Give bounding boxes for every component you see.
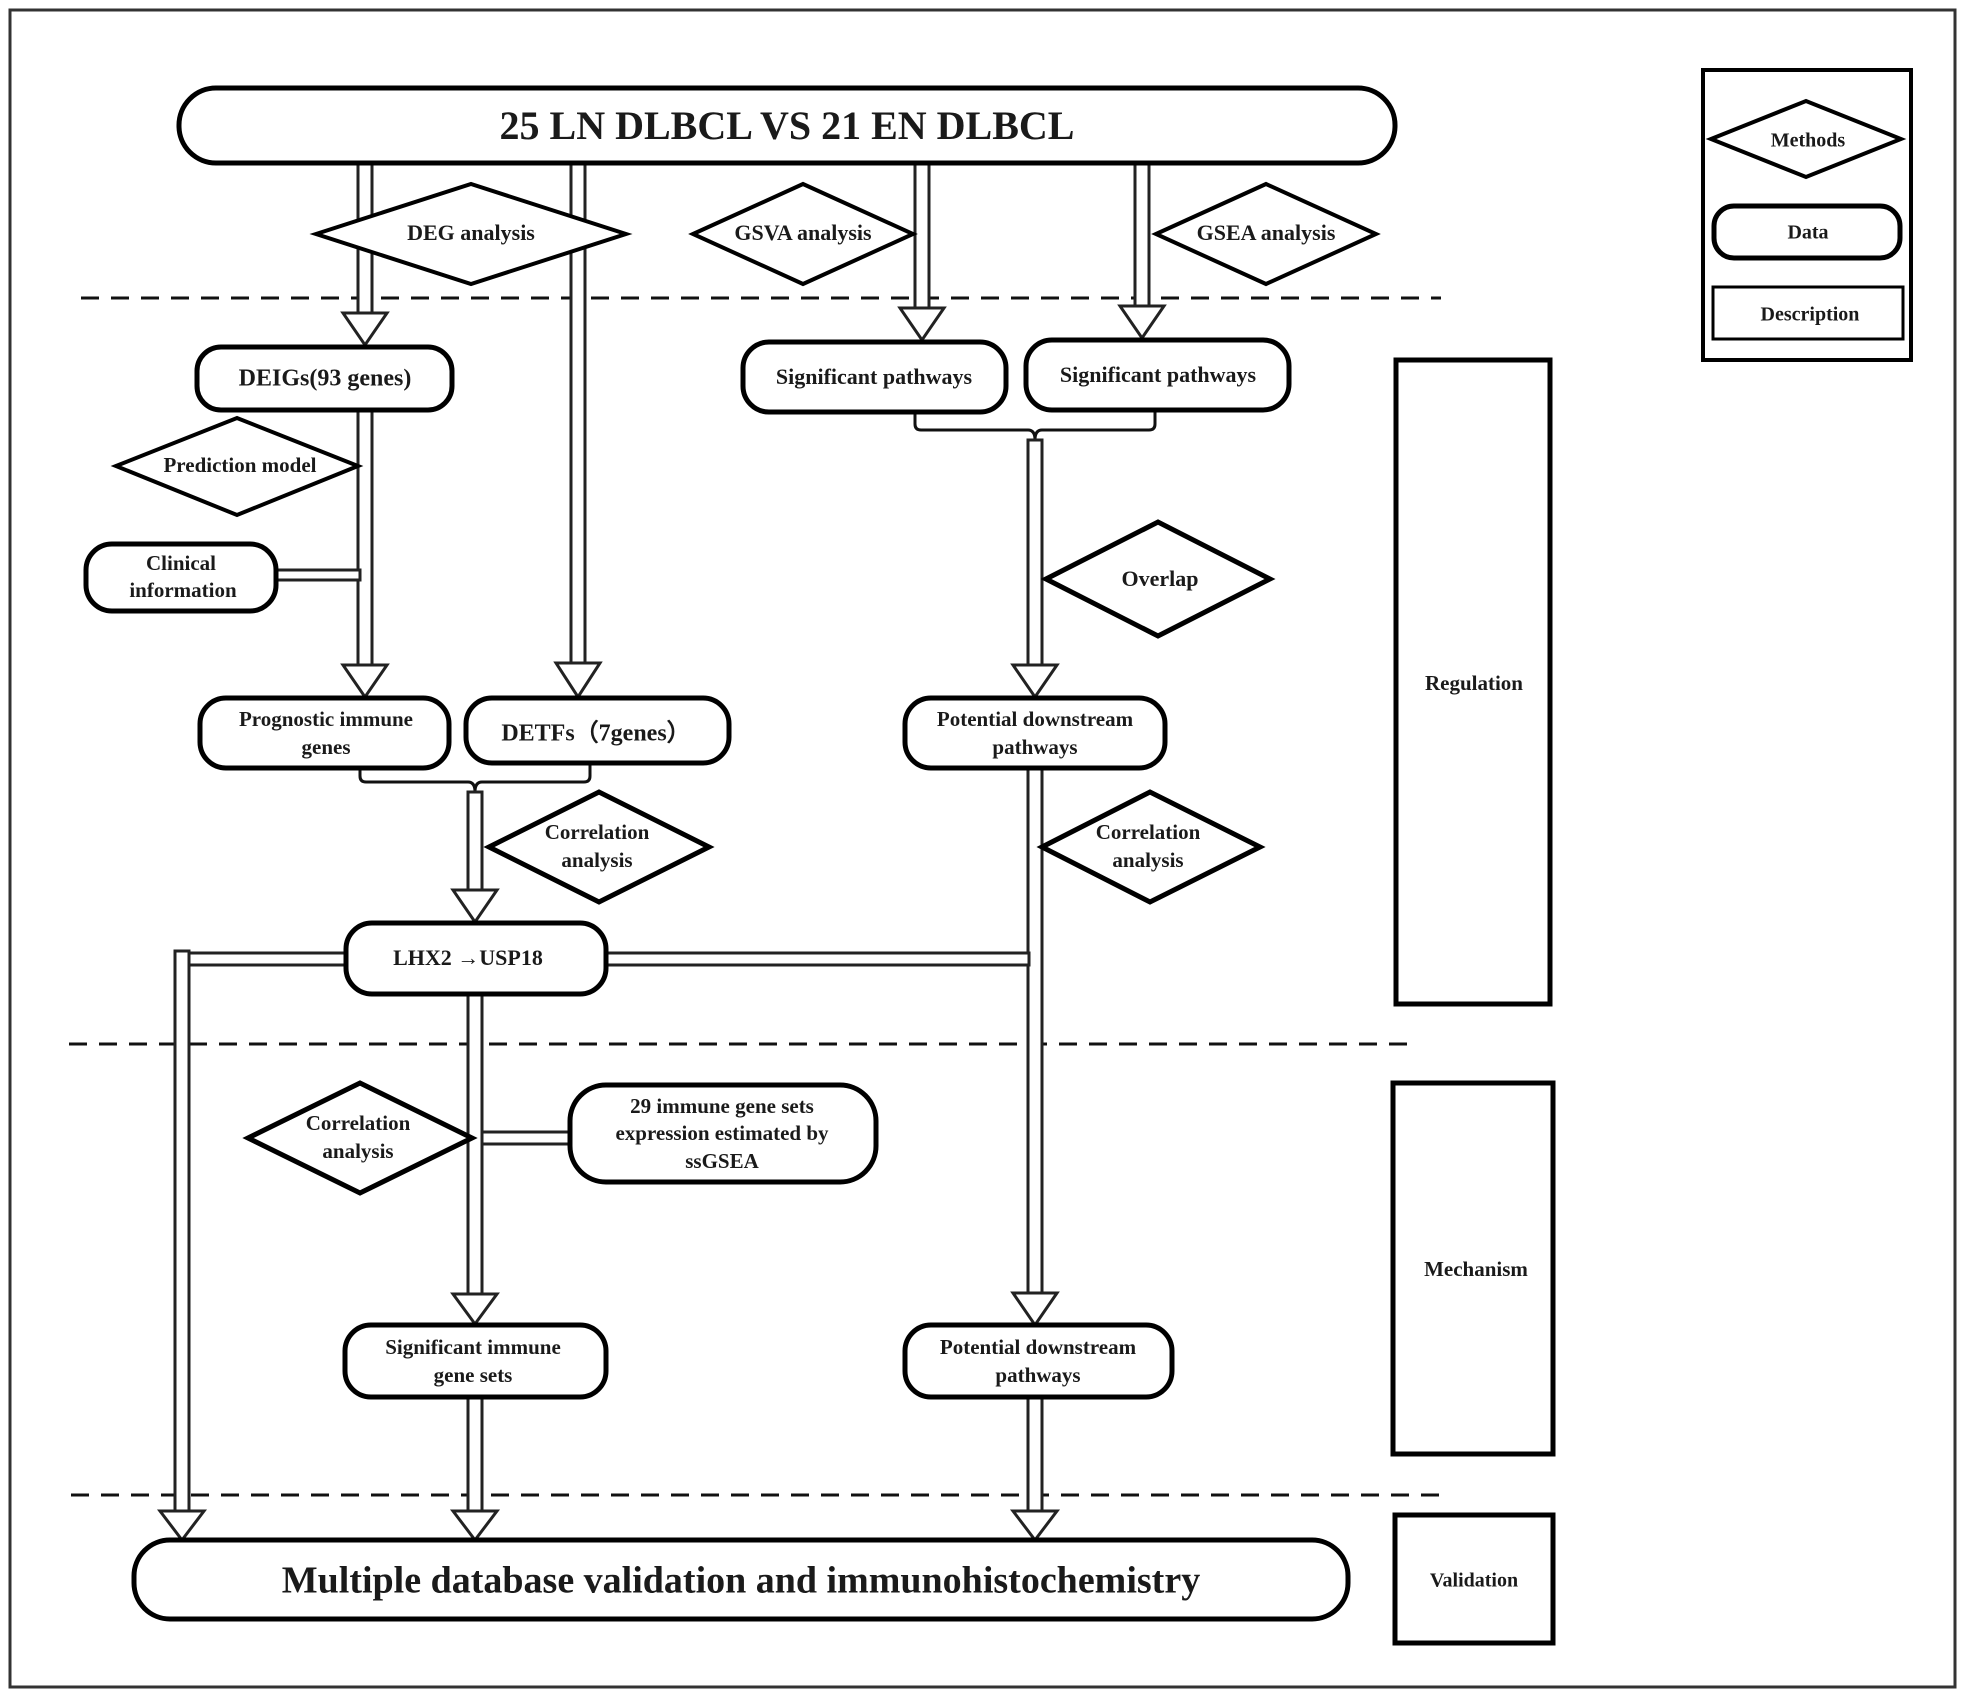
sig-immune-label: Significant immune [385,1335,561,1359]
flowchart: 25 LN DLBCL VS 21 EN DLBCL DEG analysis … [8,8,1957,1689]
deg-analysis-label: DEG analysis [407,220,535,245]
arrow-head [340,311,390,348]
arrow-shaft [466,1395,484,1513]
legend-description: Description [1711,285,1905,341]
stage-regulation-label: Regulation [1425,671,1523,695]
arrow-shaft [913,161,931,310]
correlation-label: analysis [1112,848,1183,872]
downstream-label: pathways [995,1363,1080,1387]
arrow-shaft [173,949,191,1513]
arrow-shaft [1026,1395,1044,1513]
cohort-box: 25 LN DLBCL VS 21 EN DLBCL [176,85,1398,166]
connector-bar [480,1130,572,1146]
arrow-shaft [1133,161,1151,308]
correlation-label: Correlation [1096,820,1201,844]
outer-frame [8,8,1957,1689]
immune29-label: expression estimated by [615,1121,829,1145]
downstream-label: Potential downstream [937,707,1134,731]
immune29-label: ssGSEA [685,1149,759,1173]
arrow-shaft [1026,438,1044,667]
overlap-diamond: Overlap [1040,519,1276,639]
legend-data-label: Data [1787,222,1828,244]
correlation-label: Correlation [545,820,650,844]
legend-data: Data [1711,203,1903,261]
clinical-label: information [129,578,237,602]
validation-final-node: Multiple database validation and immunoh… [131,1537,1351,1622]
stage-validation-label: Validation [1430,1570,1518,1592]
downstream-label: Potential downstream [940,1335,1137,1359]
legend-description-label: Description [1761,304,1860,326]
gsva-analysis-label: GSVA analysis [734,220,872,245]
correlation-label: analysis [561,848,632,872]
arrow-head [1009,1509,1061,1543]
arrow-shaft [466,790,484,892]
lhx2-usp18-label: LHX2 →USP18 [393,945,543,970]
lhx2-usp18-node: LHX2 →USP18 [343,920,609,997]
legend: Methods Data Description [1701,68,1913,362]
significant-pathways-label: Significant pathways [776,364,973,389]
prediction-model-label: Prediction model [163,453,316,477]
stage-validation-box: Validation [1392,1512,1556,1646]
arrow-shaft [466,992,484,1296]
correlation-label: analysis [322,1139,393,1163]
stage-mechanism-box: Mechanism [1390,1080,1556,1457]
clinical-information-node: Clinical information [83,541,279,614]
arrow-shaft [356,408,374,667]
prognostic-label: Prognostic immune [239,707,413,731]
legend-methods-label: Methods [1771,130,1846,152]
detfs-label: DETFs（7genes） [501,720,690,747]
arrow-head [1117,304,1167,341]
connector-bar [604,951,1031,967]
stage-mechanism-label: Mechanism [1424,1257,1528,1281]
gsea-analysis-label: GSEA analysis [1197,220,1336,245]
immune29-label: 29 immune gene sets [630,1094,814,1118]
significant-pathways-gsva-node: Significant pathways [740,339,1009,415]
prognostic-label: genes [302,735,351,759]
merge-brace [913,412,1157,441]
stage-regulation-box: Regulation [1393,357,1553,1007]
arrow-head [1010,663,1060,700]
final-validation-label: Multiple database validation and immunoh… [282,1560,1200,1602]
gsea-analysis-diamond: GSEA analysis [1151,181,1381,287]
potential-downstream-pathways-node-1: Potential downstream pathways [902,695,1168,771]
arrow-head [156,1509,208,1543]
arrow-head [450,888,500,925]
correlation-label: Correlation [306,1111,411,1135]
arrow-head [1010,1291,1060,1328]
detfs-node: DETFs（7genes） [463,695,732,766]
arrow-head [449,1509,501,1543]
overlap-label: Overlap [1122,566,1199,591]
significant-pathways-label: Significant pathways [1060,362,1257,387]
prediction-model-diamond: Prediction model [110,415,364,518]
significant-immune-gene-sets-node: Significant immune gene sets [342,1322,609,1400]
potential-downstream-pathways-node-2: Potential downstream pathways [902,1322,1175,1400]
gsva-analysis-diamond: GSVA analysis [688,181,918,287]
prognostic-immune-genes-node: Prognostic immune genes [197,695,452,771]
connector-bar [274,568,362,582]
arrow-head [897,306,947,343]
downstream-label: pathways [992,735,1077,759]
arrow-head [450,1292,500,1327]
significant-pathways-gsea-node: Significant pathways [1023,337,1292,413]
immune-gene-sets-29-node: 29 immune gene sets expression estimated… [567,1082,879,1185]
deigs-label: DEIGs(93 genes) [239,366,412,392]
clinical-label: Clinical [146,551,216,575]
deigs-node: DEIGs(93 genes) [194,344,455,413]
correlation-analysis-diamond-right: Correlation analysis [1036,789,1266,905]
connector-bar [180,951,348,967]
correlation-analysis-diamond-left: Correlation analysis [483,789,715,905]
arrow-head [340,663,390,700]
sig-immune-label: gene sets [434,1363,513,1387]
correlation-analysis-diamond-lower: Correlation analysis [242,1080,478,1196]
arrow-head [553,661,603,700]
cohort-label: 25 LN DLBCL VS 21 EN DLBCL [500,103,1075,148]
